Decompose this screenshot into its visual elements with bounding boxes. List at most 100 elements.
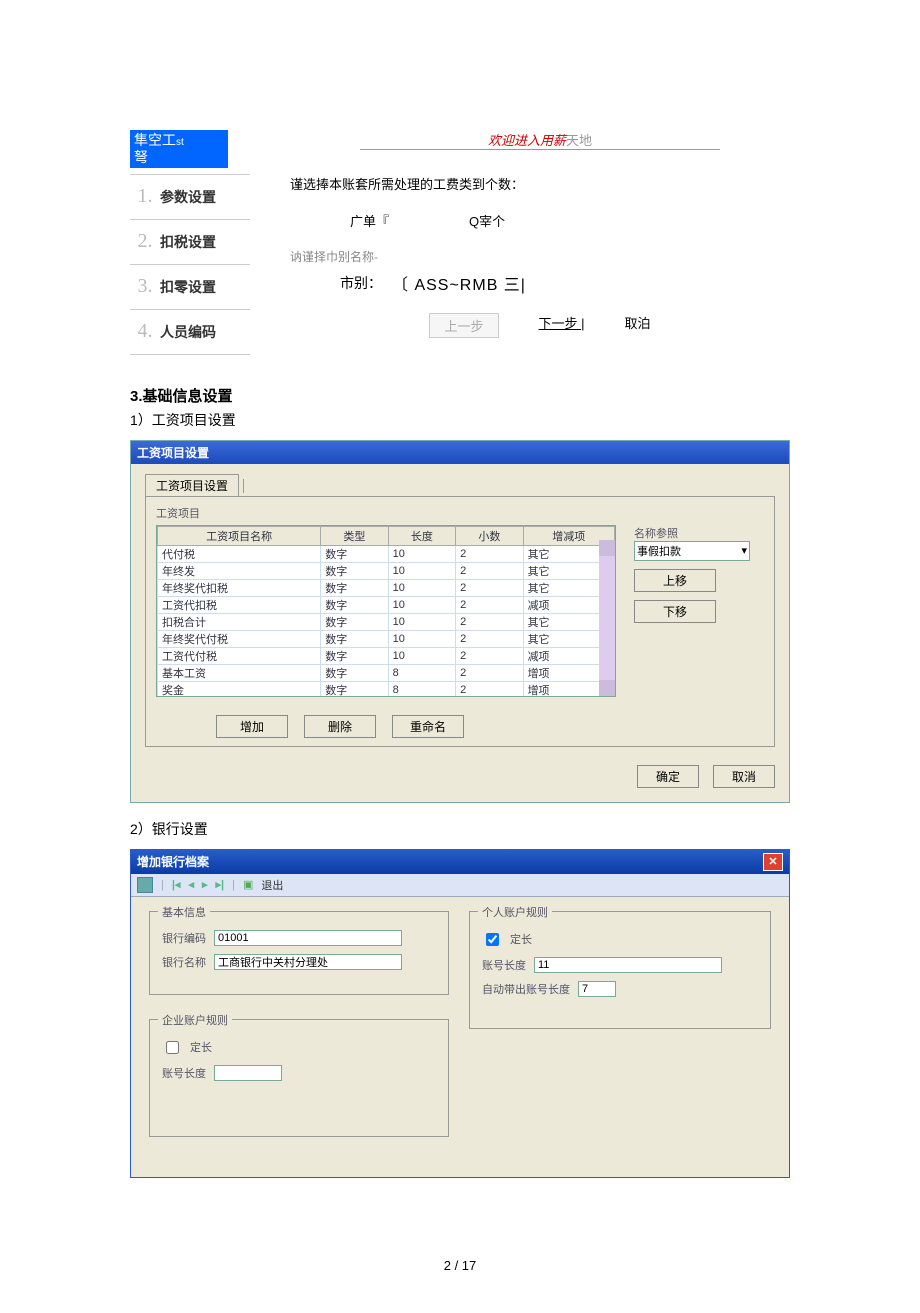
exit-button[interactable]: 退出 (261, 877, 283, 893)
ref-label: 名称参照 (634, 528, 678, 540)
table-cell: 2 (456, 613, 523, 630)
table-row[interactable]: 年终奖代付税数字102其它 (158, 630, 615, 647)
fieldset-title: 基本信息 (158, 904, 210, 920)
prev-button: 上一步 (429, 313, 498, 338)
page-number: 2 / 17 (130, 1258, 790, 1273)
cancel-button[interactable]: 取泊 (625, 313, 651, 338)
table-cell: 10 (388, 596, 455, 613)
logo-text-a: 隼空工 (134, 132, 176, 148)
table-cell: 2 (456, 664, 523, 681)
wizard-step-3[interactable]: 3.扣零设置 (130, 264, 250, 309)
corp-len-input[interactable] (214, 1065, 282, 1081)
table-cell: 代付税 (158, 545, 321, 562)
table-cell: 2 (456, 596, 523, 613)
bank-name-label: 银行名称 (162, 954, 206, 970)
corp-fixed-checkbox[interactable] (166, 1041, 179, 1054)
table-cell: 10 (388, 647, 455, 664)
wizard-step-label: 扣零设置 (160, 277, 216, 297)
table-row[interactable]: 基本工资数字82增项 (158, 664, 615, 681)
table-cell: 扣税合计 (158, 613, 321, 630)
logo-text-b: st (176, 137, 184, 148)
table-cell: 2 (456, 562, 523, 579)
ok-button[interactable]: 确定 (637, 765, 699, 788)
fieldset-title: 个人账户规则 (478, 904, 552, 920)
table-cell: 10 (388, 613, 455, 630)
next-icon[interactable]: ▸ (202, 878, 208, 891)
table-row[interactable]: 工资代扣税数字102减项 (158, 596, 615, 613)
col-dec: 小数 (456, 526, 523, 545)
next-button[interactable]: 下一步 | (539, 313, 585, 338)
table-row[interactable]: 扣税合计数字102其它 (158, 613, 615, 630)
table-cell: 10 (388, 545, 455, 562)
rename-button[interactable]: 重命名 (392, 715, 464, 738)
bank-archive-window: 增加银行档案 ✕ | |◂ ◂ ▸ ▸| | ▣ 退出 基本信息 银行编码 (130, 849, 790, 1178)
pers-len-input[interactable] (534, 957, 722, 973)
wizard-panel: 隼空工st 弩 1.参数设置 2.扣税设置 3.扣零设置 4.人员编码 欢迎进入… (130, 130, 790, 355)
currency-label: 市别： (340, 273, 382, 293)
wizard-step-2[interactable]: 2.扣税设置 (130, 219, 250, 264)
bank-code-input[interactable] (214, 930, 402, 946)
window-title: 工资项目设置 (131, 441, 789, 464)
col-len: 长度 (388, 526, 455, 545)
last-icon[interactable]: ▸| (216, 878, 225, 891)
table-row[interactable]: 代付税数字102其它 (158, 545, 615, 562)
fieldset-title: 企业账户规则 (158, 1012, 232, 1028)
table-cell: 数字 (321, 579, 388, 596)
ref-combo[interactable]: 事假扣款 ▾ (634, 541, 750, 561)
move-down-button[interactable]: 下移 (634, 600, 716, 623)
chevron-down-icon: ▾ (741, 544, 747, 557)
tab-salary-items[interactable]: 工资项目设置 (145, 474, 239, 496)
salary-item-window: 工资项目设置 工资项目设置 工资项目 工资项目名称 类型 长度 小数 增减项 (130, 440, 790, 803)
bank-name-input[interactable] (214, 954, 402, 970)
currency-select[interactable]: 〔 ASS~RMB 三| (392, 271, 526, 295)
section-3-1-heading: 1）工资项目设置 (130, 410, 790, 430)
move-up-button[interactable]: 上移 (634, 569, 716, 592)
col-type: 类型 (321, 526, 388, 545)
table-cell: 10 (388, 562, 455, 579)
wizard-step-4[interactable]: 4.人员编码 (130, 309, 250, 355)
salary-items-table[interactable]: 工资项目名称 类型 长度 小数 增减项 代付税数字102其它年终发数字102其它… (156, 525, 616, 697)
pers-fixed-label: 定长 (510, 931, 532, 947)
table-cell: 2 (456, 545, 523, 562)
pers-fixed-checkbox[interactable] (486, 933, 499, 946)
logo-text-c: 弩 (134, 149, 148, 165)
save-icon[interactable] (137, 877, 153, 893)
table-cell: 2 (456, 579, 523, 596)
table-cell: 2 (456, 681, 523, 697)
prev-icon[interactable]: ◂ (188, 878, 194, 891)
sub-prompt: 讷谨择巾别名称- (290, 248, 790, 265)
table-cell: 数字 (321, 562, 388, 579)
table-cell: 8 (388, 664, 455, 681)
auto-len-label: 自动带出账号长度 (482, 981, 570, 997)
option-multi[interactable]: Q宰个 (469, 211, 505, 230)
table-cell: 数字 (321, 664, 388, 681)
close-icon[interactable]: ✕ (763, 853, 783, 871)
section-3-2-heading: 2）银行设置 (130, 819, 790, 839)
table-cell: 年终奖代付税 (158, 630, 321, 647)
first-icon[interactable]: |◂ (172, 878, 181, 891)
add-button[interactable]: 增加 (216, 715, 288, 738)
personal-account-fieldset: 个人账户规则 定长 账号长度 自动带出账号长度 (469, 911, 771, 1029)
toolbar: | |◂ ◂ ▸ ▸| | ▣ 退出 (131, 874, 789, 897)
col-name: 工资项目名称 (158, 526, 321, 545)
wizard-logo: 隼空工st 弩 (130, 130, 228, 168)
auto-len-input[interactable] (578, 981, 616, 997)
table-row[interactable]: 工资代付税数字102减项 (158, 647, 615, 664)
wizard-step-1[interactable]: 1.参数设置 (130, 174, 250, 219)
table-row[interactable]: 年终奖代扣税数字102其它 (158, 579, 615, 596)
corp-account-fieldset: 企业账户规则 定长 账号长度 (149, 1019, 449, 1137)
corp-len-label: 账号长度 (162, 1065, 206, 1081)
table-cell: 10 (388, 579, 455, 596)
cancel-button[interactable]: 取消 (713, 765, 775, 788)
wizard-prompt: 谨选捧本账套所需处理的工费类到个数： (290, 174, 790, 193)
table-row[interactable]: 年终发数字102其它 (158, 562, 615, 579)
table-row[interactable]: 奖金数字82增项 (158, 681, 615, 697)
option-single[interactable]: 广单『 (350, 211, 389, 230)
table-cell: 数字 (321, 630, 388, 647)
table-cell: 奖金 (158, 681, 321, 697)
scrollbar[interactable] (599, 540, 615, 696)
exit-icon[interactable]: ▣ (243, 878, 253, 891)
delete-button[interactable]: 删除 (304, 715, 376, 738)
table-cell: 基本工资 (158, 664, 321, 681)
table-cell: 10 (388, 630, 455, 647)
